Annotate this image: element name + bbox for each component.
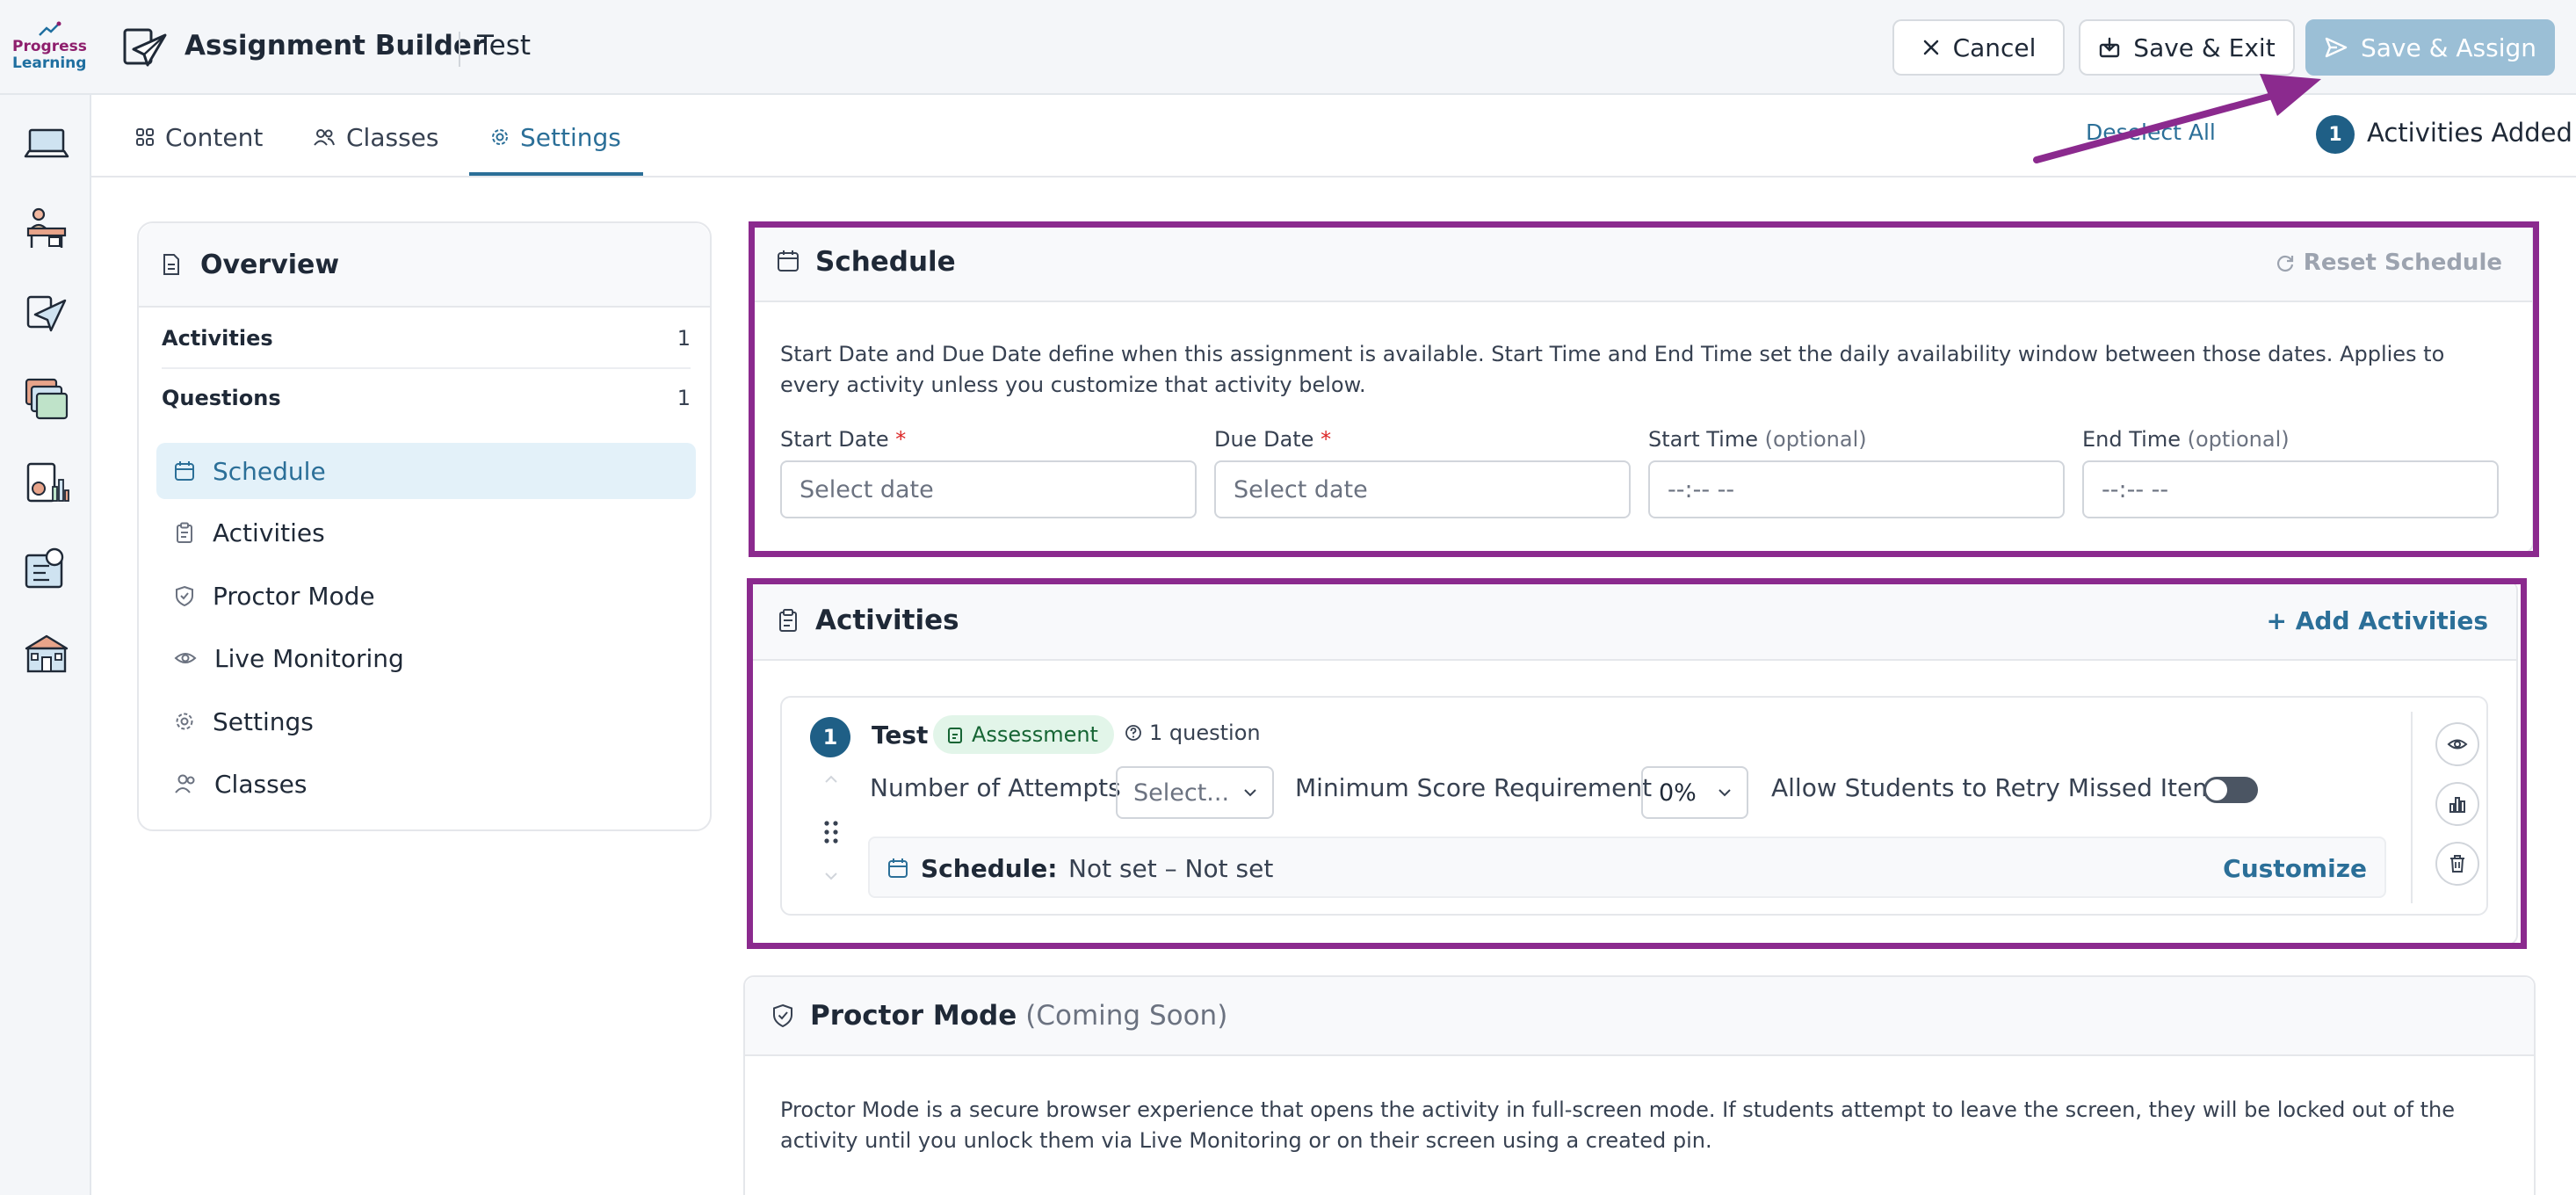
calendar-icon (175, 461, 194, 481)
stat-value: 1 (677, 386, 691, 410)
grid-icon (136, 128, 154, 146)
overview-nav-schedule[interactable]: Schedule (156, 443, 696, 499)
overview-nav-live-monitoring[interactable]: Live Monitoring (156, 630, 696, 686)
nav-label: Settings (213, 706, 314, 736)
app-header: Progress Learning Assignment Builder Tes… (0, 0, 2576, 95)
stat-label: Questions (162, 386, 281, 410)
save-assign-button[interactable]: Save & Assign (2305, 19, 2555, 76)
logo-mark-icon (39, 21, 62, 36)
active-tab-indicator (469, 172, 643, 176)
proctor-header: Proctor Mode (Coming Soon) (745, 977, 2534, 1056)
stat-row-activities: Activities 1 (162, 309, 691, 367)
page-title: Assignment Builder (185, 30, 486, 62)
tab-settings[interactable]: Settings (490, 120, 621, 155)
activities-highlight-box (747, 578, 2527, 949)
nav-label: Activities (213, 518, 325, 547)
laptop-icon[interactable] (23, 120, 70, 167)
save-exit-button[interactable]: Save & Exit (2079, 19, 2295, 76)
progress-learning-logo[interactable]: Progress Learning (12, 21, 87, 76)
save-exit-icon (2100, 37, 2120, 58)
users-icon (175, 774, 195, 793)
cancel-label: Cancel (1952, 33, 2037, 62)
proctor-description: Proctor Mode is a secure browser experie… (780, 1097, 2456, 1153)
document-icon (163, 254, 179, 275)
nav-label: Classes (214, 769, 308, 799)
eye-icon (174, 653, 197, 663)
cancel-button[interactable]: Cancel (1892, 19, 2065, 76)
tab-classes[interactable]: Classes (313, 120, 438, 155)
send-icon (2325, 37, 2348, 58)
school-icon[interactable] (23, 629, 70, 677)
activities-count-badge: 1 (2316, 115, 2355, 154)
save-assign-label: Save & Assign (2361, 33, 2536, 62)
tab-content[interactable]: Content (135, 120, 263, 155)
logo-text-line2: Learning (12, 54, 87, 72)
assignment-builder-icon (123, 28, 167, 67)
stat-row-questions: Questions 1 (162, 369, 691, 427)
send-assignment-icon[interactable] (23, 290, 70, 337)
close-icon (1923, 40, 1938, 55)
tab-content-label: Content (165, 122, 264, 152)
assignment-name: Test (477, 30, 532, 62)
shield-check-icon (773, 1003, 792, 1028)
nav-label: Live Monitoring (214, 643, 404, 673)
proctor-mode-section: Proctor Mode (Coming Soon) Proctor Mode i… (743, 975, 2536, 1195)
overview-panel: Overview Activities 1 Questions 1 Schedu… (137, 221, 712, 831)
overview-title: Overview (200, 250, 340, 280)
clipboard-icon (177, 522, 192, 543)
users-icon (314, 129, 335, 146)
schedule-highlight-box (749, 221, 2539, 557)
overview-nav-classes[interactable]: Classes (156, 756, 696, 812)
title-divider (459, 32, 460, 67)
overview-nav-proctor-mode[interactable]: Proctor Mode (156, 568, 696, 624)
nav-label: Schedule (213, 456, 326, 486)
shield-check-icon (176, 585, 193, 606)
teacher-desk-icon[interactable] (23, 204, 70, 251)
nav-label: Proctor Mode (213, 581, 375, 611)
logo-text-line1: Progress (12, 38, 87, 55)
proctor-title: Proctor Mode (Coming Soon) (810, 1000, 1228, 1032)
tab-settings-label: Settings (520, 122, 621, 152)
overview-nav-settings[interactable]: Settings (156, 693, 696, 750)
reports-icon[interactable] (23, 460, 70, 508)
overview-header: Overview (139, 223, 710, 308)
activities-added-label: Activities Added (2367, 118, 2572, 148)
gear-icon (176, 713, 193, 730)
tab-classes-label: Classes (346, 122, 439, 152)
left-navigation-rail (0, 95, 91, 1195)
gear-icon (492, 129, 508, 145)
overview-nav-activities[interactable]: Activities (156, 504, 696, 561)
lesson-plan-icon[interactable] (23, 545, 70, 592)
stat-value: 1 (677, 326, 691, 351)
deselect-all-link[interactable]: Deselect All (2086, 120, 2216, 145)
stat-label: Activities (162, 326, 273, 351)
proctor-coming-soon: (Coming Soon) (1025, 1000, 1228, 1032)
folders-icon[interactable] (23, 374, 70, 422)
save-exit-label: Save & Exit (2133, 33, 2276, 62)
